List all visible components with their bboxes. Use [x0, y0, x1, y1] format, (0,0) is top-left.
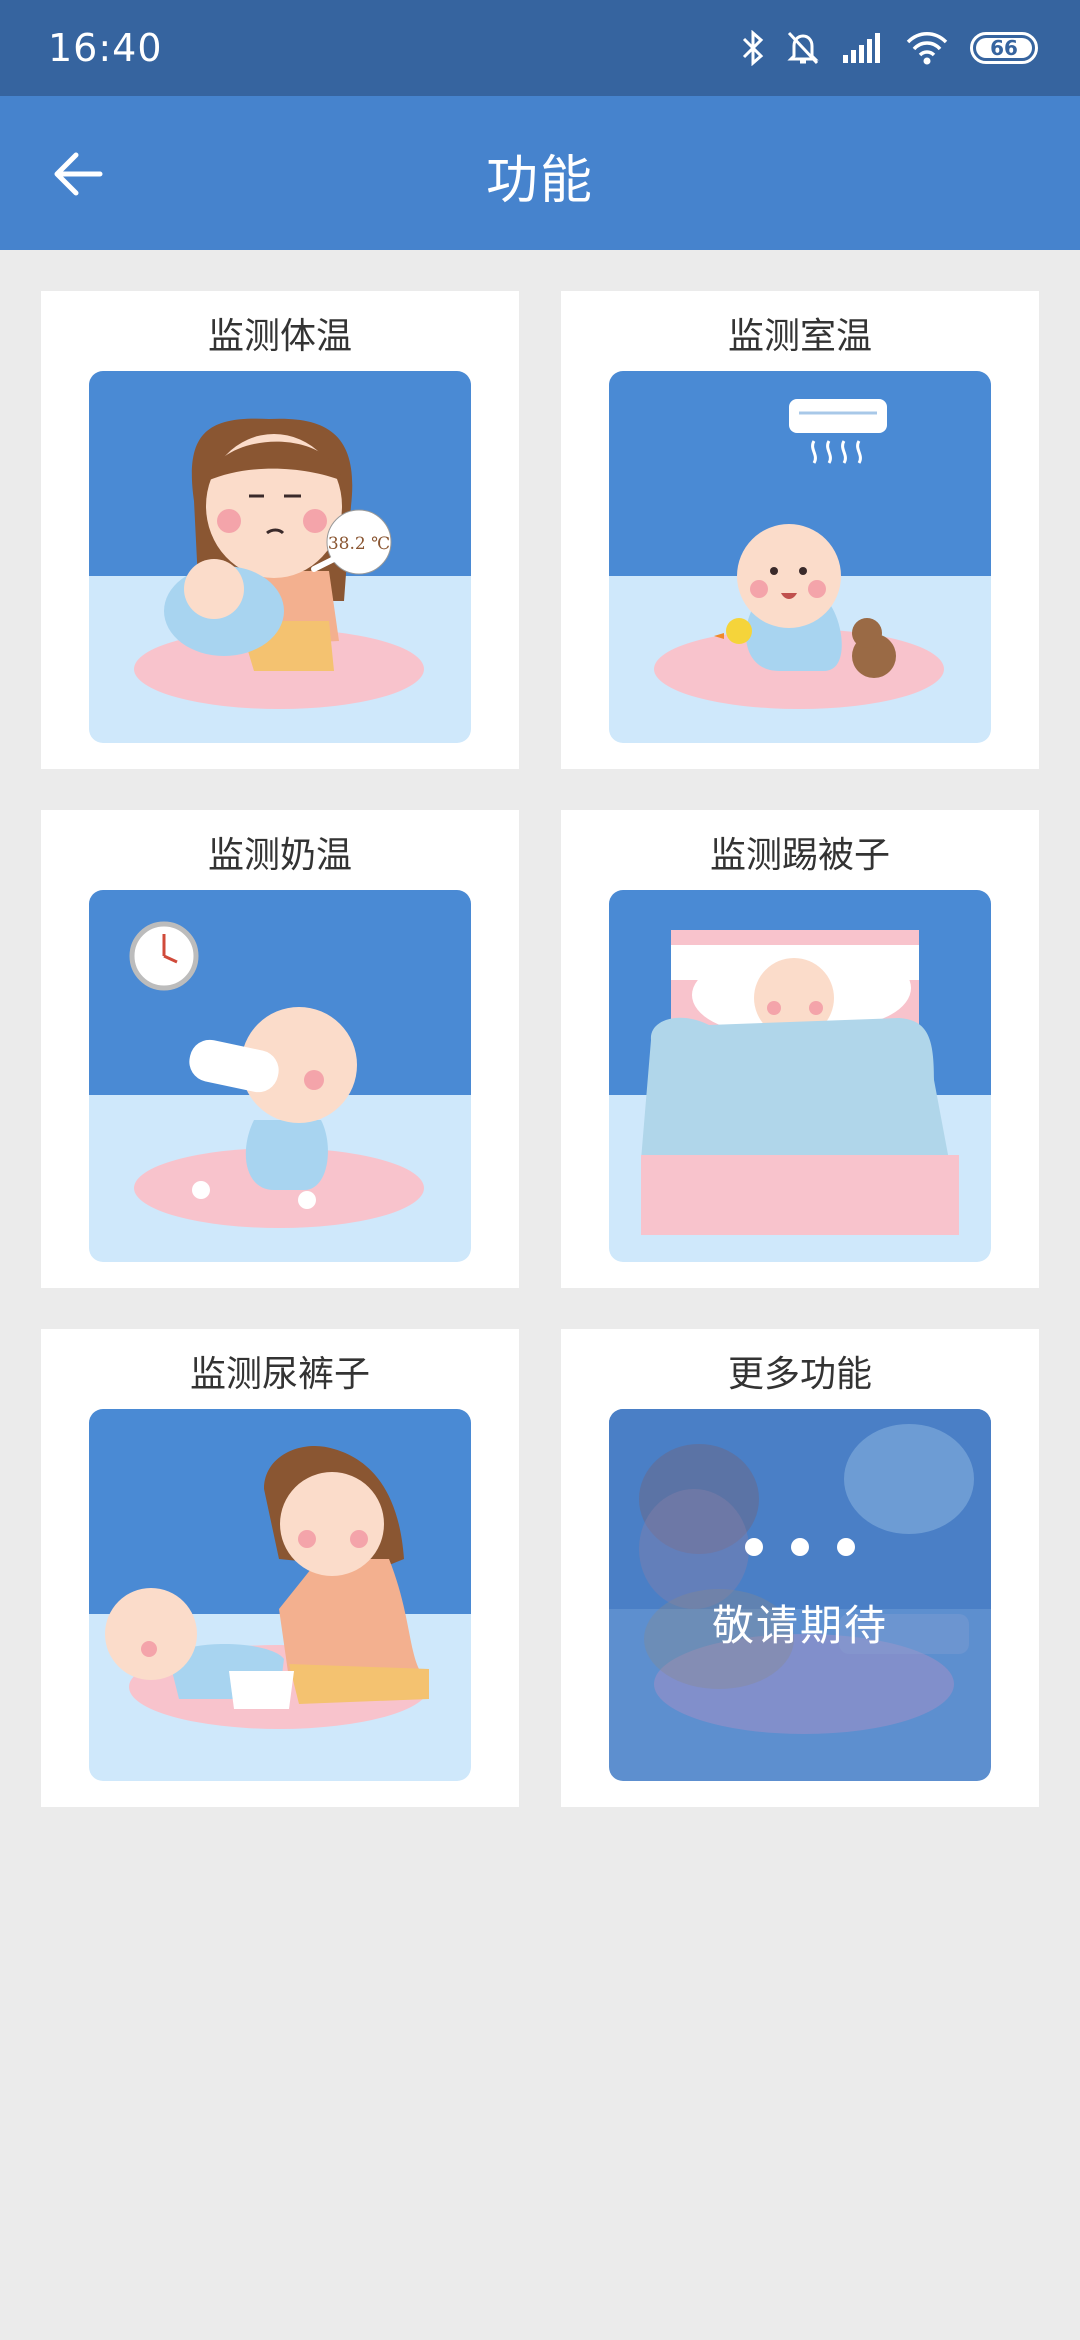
signal-icon	[843, 33, 880, 63]
coming-soon-overlay: 敬请期待	[609, 1409, 991, 1781]
card-milk-temperature[interactable]: 监测奶温	[41, 810, 519, 1288]
status-time: 16:40	[48, 26, 163, 70]
more-features-illustration: 敬请期待	[609, 1409, 991, 1781]
card-label: 监测室温	[727, 316, 872, 357]
battery-icon: 66	[970, 32, 1038, 64]
bluetooth-icon	[742, 30, 764, 66]
coming-soon-text: 敬请期待	[711, 1600, 888, 1650]
card-label: 监测体温	[207, 316, 352, 357]
app-bar: 功能	[0, 96, 1080, 250]
ellipsis-icon	[745, 1537, 855, 1556]
card-label: 监测尿裤子	[189, 1354, 370, 1395]
card-room-temperature[interactable]: 监测室温	[561, 291, 1039, 769]
wifi-icon	[906, 32, 948, 65]
bell-off-icon	[787, 31, 819, 65]
thermometer-reading: 38.2 ℃	[328, 534, 390, 554]
room-temperature-illustration	[609, 371, 991, 743]
battery-level: 66	[990, 36, 1018, 60]
kick-blanket-illustration	[609, 890, 991, 1262]
card-kick-blanket[interactable]: 监测踢被子	[561, 810, 1039, 1288]
card-label: 监测踢被子	[709, 835, 890, 876]
card-body-temperature[interactable]: 监测体温 38.2 ℃	[41, 291, 519, 769]
card-label: 更多功能	[727, 1354, 872, 1395]
milk-temperature-illustration	[89, 890, 471, 1262]
page-title: 功能	[485, 151, 594, 211]
card-wet-diaper[interactable]: 监测尿裤子	[41, 1329, 519, 1807]
body-temperature-illustration: 38.2 ℃	[89, 371, 471, 743]
wet-diaper-illustration	[89, 1409, 471, 1781]
card-more-features[interactable]: 更多功能 敬请期待	[561, 1329, 1039, 1807]
status-icons: 66	[742, 24, 1038, 72]
status-bar: 16:40 66	[0, 0, 1080, 96]
card-label: 监测奶温	[207, 835, 352, 876]
